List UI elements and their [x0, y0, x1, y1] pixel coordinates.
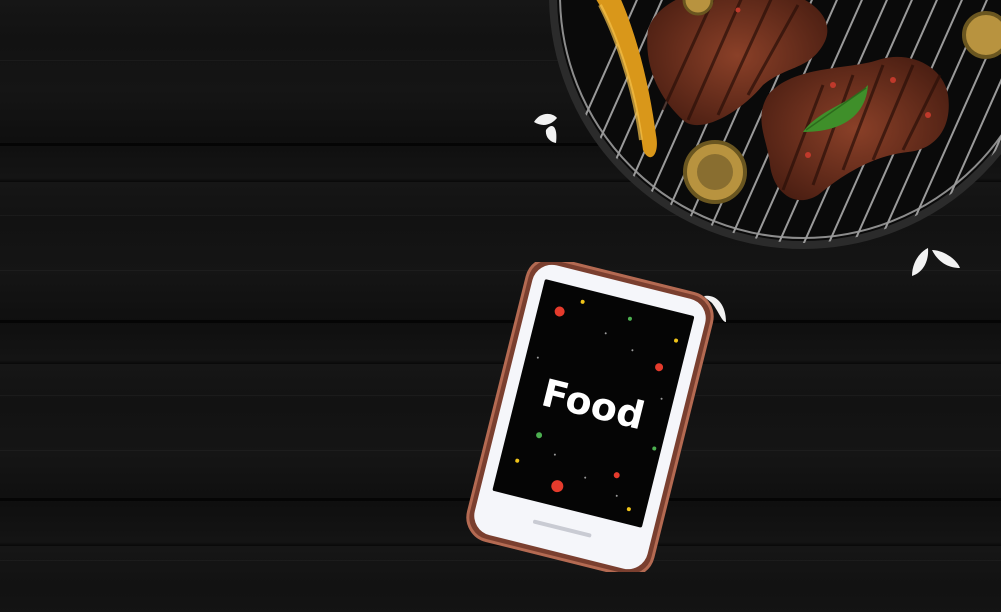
bbq-grill-image [549, 0, 1001, 249]
scene: Food [0, 0, 1001, 612]
smartphone: Food [466, 262, 714, 572]
